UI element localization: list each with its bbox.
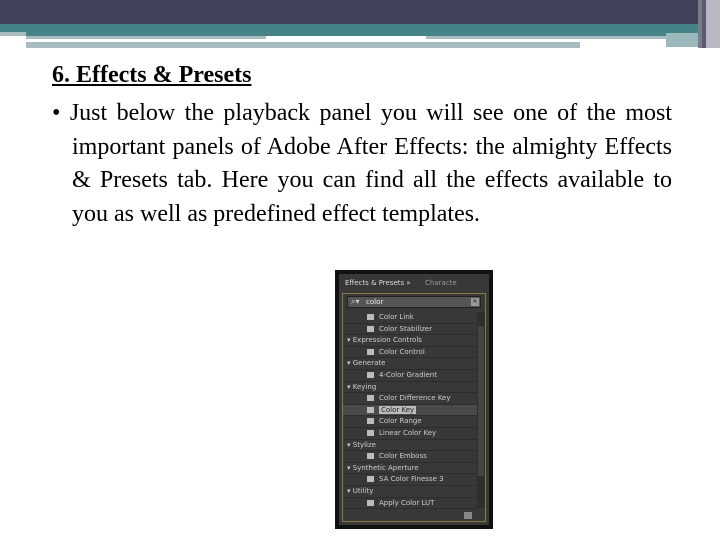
effect-icon (367, 476, 374, 483)
effect-item[interactable]: Linear Color Key (343, 428, 477, 440)
header-bar (0, 0, 700, 24)
item-label: Generate (352, 359, 386, 368)
decor-bar (26, 42, 580, 48)
item-label: Color Stabilizer (379, 324, 433, 333)
item-label: Color Control (379, 347, 425, 356)
item-label: Linear Color Key (379, 428, 437, 437)
category-item[interactable]: ▾ Synthetic Aperture (343, 463, 477, 475)
effect-item[interactable]: Color Range (343, 416, 477, 428)
scrollbar-thumb[interactable] (478, 326, 484, 476)
effect-item[interactable]: Color Difference Key (343, 393, 477, 405)
item-label: Utility (352, 486, 374, 495)
item-label: SA Color Finesse 3 (379, 475, 444, 484)
slide-bullet: • Just below the playback panel you will… (52, 100, 672, 227)
effects-list: Color Link Color Stabilizer ▾ Expression C… (343, 312, 477, 510)
effect-icon (367, 395, 374, 402)
decor-bar (0, 32, 26, 36)
item-label: Keying (352, 382, 377, 391)
search-value: color (366, 298, 384, 306)
effect-item[interactable]: Apply Color LUT (343, 498, 477, 510)
search-icon: ⌕▾ (351, 297, 360, 306)
item-label: Apply Color LUT (379, 498, 435, 507)
item-label: Synthetic Aperture (352, 463, 419, 472)
effect-icon (367, 406, 374, 413)
tab-effects-presets[interactable]: Effects & Presets » (345, 279, 411, 287)
item-label: 4-Color Gradient (379, 370, 437, 379)
decor-bar (666, 33, 700, 47)
item-label: Color Emboss (379, 452, 427, 461)
effect-item[interactable]: SA Color Finesse 3 (343, 474, 477, 486)
effect-icon (367, 453, 374, 460)
item-label: Stylize (352, 440, 376, 449)
decor-bar (26, 36, 266, 39)
effects-presets-panel: Effects & Presets » Characte ⌕▾ color ✕ … (335, 270, 493, 529)
item-label: Color Difference Key (379, 394, 451, 403)
category-item[interactable]: ▾ Stylize (343, 440, 477, 452)
category-item[interactable]: ▾ Expression Controls (343, 335, 477, 347)
tab-character[interactable]: Characte (425, 279, 457, 287)
effect-icon (367, 325, 374, 332)
effect-item[interactable]: Color Emboss (343, 451, 477, 463)
item-label: Color Range (379, 417, 422, 426)
effect-icon (367, 371, 374, 378)
item-label: Expression Controls (352, 336, 422, 345)
category-item[interactable]: ▾ Keying (343, 382, 477, 394)
item-label: Color Key (379, 405, 417, 414)
effect-item[interactable]: Color Stabilizer (343, 324, 477, 336)
effect-item[interactable]: Color Control (343, 347, 477, 359)
effect-icon (367, 418, 374, 425)
effect-icon (367, 314, 374, 320)
new-folder-icon[interactable] (464, 512, 472, 519)
effect-icon (367, 348, 374, 355)
effect-icon (367, 499, 374, 506)
effect-item[interactable]: Color Link (343, 312, 477, 324)
effect-icon (367, 429, 374, 436)
clear-search-icon[interactable]: ✕ (471, 298, 479, 306)
decor-strip (706, 0, 720, 48)
header-accent-bar (0, 24, 700, 36)
category-item[interactable]: ▾ Generate (343, 358, 477, 370)
decor-bar (426, 36, 666, 39)
slide-title: 6. Effects & Presets (52, 62, 252, 88)
category-item[interactable]: ▾ Utility (343, 486, 477, 498)
scrollbar[interactable] (477, 312, 485, 508)
search-input[interactable]: ⌕▾ color ✕ (347, 296, 481, 308)
item-label: Color Link (379, 313, 414, 321)
effect-item[interactable]: Color Key (343, 404, 477, 417)
effect-item[interactable]: 4-Color Gradient (343, 370, 477, 382)
